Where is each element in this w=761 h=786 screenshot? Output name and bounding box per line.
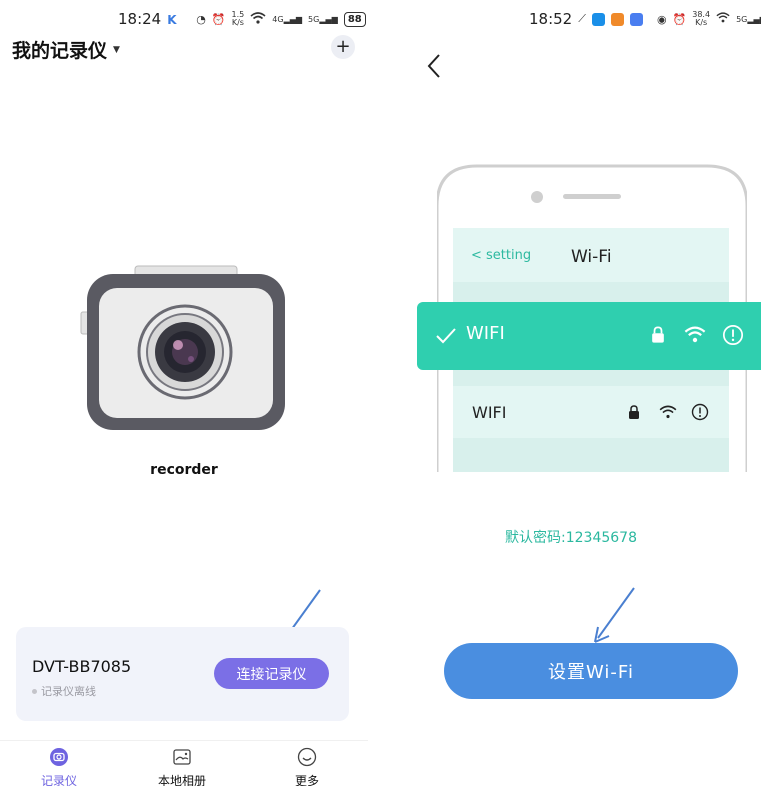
camera-label: recorder [150, 462, 218, 478]
signal-4g: 4G▂▄▆ [272, 14, 303, 24]
selected-network-name: WIFI [466, 323, 505, 344]
info-icon [691, 403, 709, 421]
battery-indicator: 88 [343, 11, 366, 27]
wifi-status-icon [716, 12, 730, 26]
wifi-signal-icon [659, 405, 677, 419]
tab-recorder[interactable]: 记录仪 [14, 747, 104, 786]
net-speed-unit: K/s [695, 18, 708, 27]
connect-recorder-button[interactable]: 连接记录仪 [214, 658, 329, 689]
alarm-icon: ⏰ [672, 12, 687, 26]
alarm-icon: ⏰ [211, 12, 226, 26]
wifi-signal-icon [684, 326, 706, 343]
wifi-setup-screen: 18:52 ⟋ ◉ ⏰ 38.4 K/s 5G▂▄▆ 39 < setting … [381, 0, 761, 786]
illustration-back-link: < setting [471, 248, 532, 263]
add-device-button[interactable]: + [331, 35, 355, 59]
page-title: 我的记录仪 [12, 40, 108, 62]
speedometer-icon: ◔ [196, 12, 206, 26]
bottom-tab-bar: 记录仪 本地相册 更多 [0, 740, 368, 786]
recorder-home-screen: 18:24 K ◔ ⏰ 1.5 K/s 4G▂▄▆ 5G▂▄▆ 88 我的记录仪… [0, 0, 368, 786]
tab-more-label: 更多 [294, 774, 319, 786]
status-bar: 18:52 ⟋ ◉ ⏰ 38.4 K/s 5G▂▄▆ 39 [529, 10, 761, 28]
net-speed: 38.4 K/s [692, 11, 710, 27]
signal-5g: 5G▂▄▆ [736, 14, 761, 24]
hint-arrow-icon [594, 587, 635, 643]
back-arrow-icon[interactable] [423, 52, 447, 80]
tab-local-album-label: 本地相册 [157, 774, 206, 786]
app-notification-icon [591, 12, 605, 26]
link-icon: ⟋ [578, 12, 586, 25]
recorder-icon [50, 748, 68, 766]
default-password-text: 默认密码:12345678 [505, 530, 637, 546]
signal-5g-label: 5G [308, 14, 320, 24]
signal-5g-label: 5G [736, 14, 748, 24]
status-time: 18:24 [118, 10, 162, 28]
app-notification-icon-2 [610, 12, 624, 26]
tab-recorder-label: 记录仪 [40, 774, 77, 786]
device-name: DVT-BB7085 [32, 657, 132, 676]
signal-4g-label: 4G [272, 14, 284, 24]
illustration-title: Wi-Fi [571, 247, 612, 267]
app-notification-icon: K [167, 12, 177, 27]
device-card[interactable]: DVT-BB7085 记录仪离线 连接记录仪 [16, 627, 349, 721]
network-name: WIFI [472, 403, 507, 422]
recorder-camera-image [80, 265, 285, 430]
device-selector[interactable]: 我的记录仪 ▼ [12, 36, 120, 63]
setup-wifi-button[interactable]: 设置Wi-Fi [444, 643, 738, 699]
device-status: 记录仪离线 [32, 683, 96, 699]
tab-local-album[interactable]: 本地相册 [137, 747, 227, 786]
app-notification-icon-3 [629, 12, 643, 26]
offline-dot-icon [32, 688, 37, 694]
illustration-network-row: WIFI [453, 386, 729, 438]
device-status-text: 记录仪离线 [41, 685, 96, 698]
status-time: 18:52 [529, 10, 573, 28]
signal-5g: 5G▂▄▆ [308, 14, 338, 24]
check-icon [436, 328, 456, 344]
net-speed-unit: K/s [231, 18, 244, 27]
eye-icon: ◉ [656, 12, 667, 26]
selected-network-highlight: WIFI [417, 302, 761, 370]
status-bar: 18:24 K ◔ ⏰ 1.5 K/s 4G▂▄▆ 5G▂▄▆ 88 [118, 10, 366, 28]
wifi-status-icon [250, 11, 266, 27]
tab-more[interactable]: 更多 [262, 747, 352, 786]
illustration-header: < setting Wi-Fi [453, 228, 729, 282]
lock-icon [629, 405, 639, 419]
info-icon [722, 324, 744, 346]
more-icon [297, 747, 317, 767]
net-speed: 1.5 K/s [232, 11, 245, 27]
lock-icon [652, 326, 664, 343]
album-icon [173, 749, 191, 765]
caret-down-icon: ▼ [113, 44, 120, 55]
